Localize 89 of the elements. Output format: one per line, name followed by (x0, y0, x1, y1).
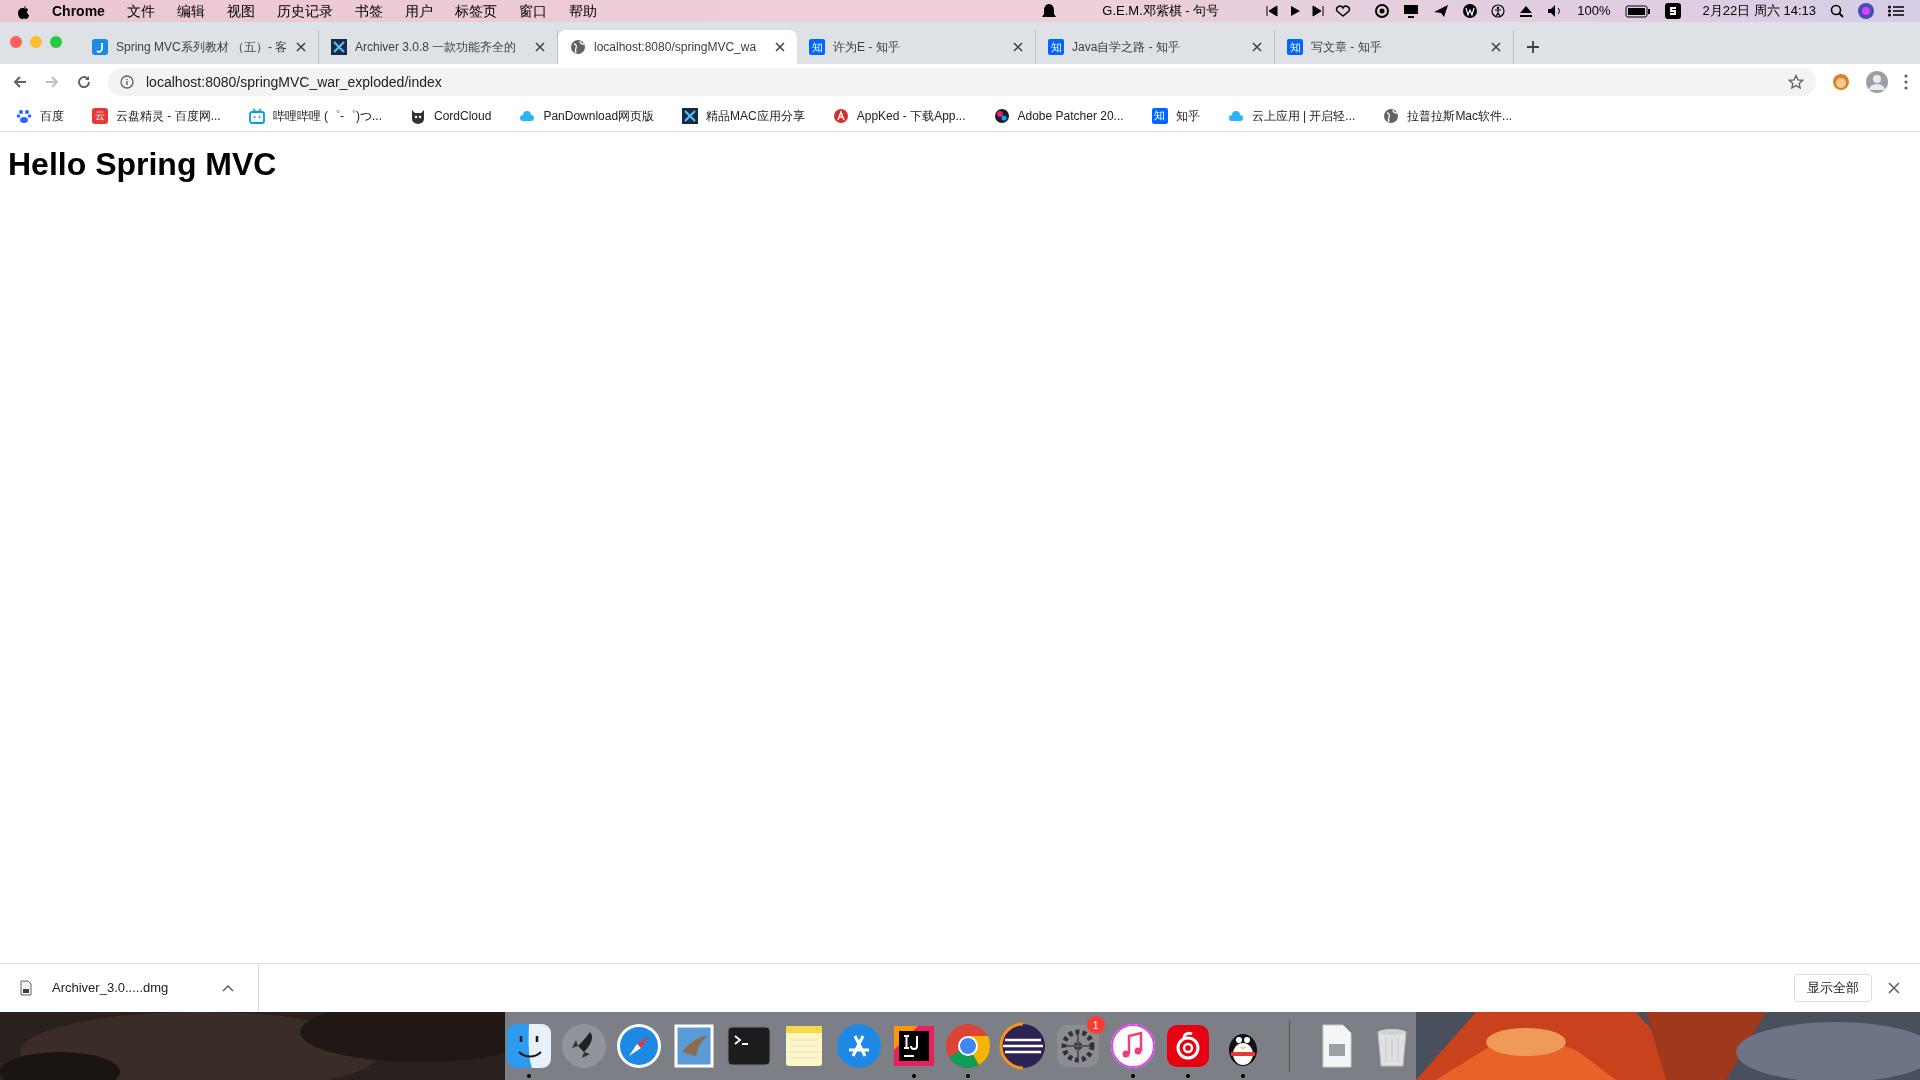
menu-icon[interactable] (1904, 74, 1908, 90)
close-icon[interactable] (1491, 42, 1501, 52)
menu-item[interactable]: 视图 (226, 0, 255, 22)
a-circle-icon (832, 107, 849, 124)
notification-badge: 1 (1086, 1016, 1105, 1034)
compass-icon[interactable] (615, 1022, 664, 1070)
ball-icon (993, 107, 1010, 124)
battery-text[interactable]: 100% (1577, 1, 1611, 21)
x-logo-icon (682, 107, 699, 124)
bookmark[interactable]: 精品MAC应用分享 (678, 102, 809, 129)
bookmark[interactable]: CordCloud (406, 102, 496, 129)
cloud-app-logo-icon: 云 (92, 107, 108, 124)
info-icon[interactable] (120, 75, 134, 89)
star-icon[interactable] (1788, 74, 1804, 90)
spiral-icon[interactable] (1375, 4, 1390, 18)
tab-title: Archiver 3.0.8 一款功能齐全的 (355, 39, 518, 56)
page-heading: Hello Spring MVC (8, 145, 278, 184)
x-logo-icon (331, 39, 347, 55)
tab-title: Spring MVC系列教材 （五）- 客 (116, 39, 288, 56)
tab-title: 许为E - 知乎 (833, 39, 901, 56)
bookmark[interactable]: 云上应用 | 开启轻... (1223, 102, 1360, 129)
display-icon[interactable] (1403, 4, 1420, 18)
siri-icon[interactable] (1858, 3, 1874, 19)
new-tab-icon[interactable] (1526, 40, 1540, 54)
j-logo-icon (92, 39, 108, 55)
close-icon[interactable] (1888, 982, 1900, 994)
bookmark[interactable]: AppKed - 下载App... (828, 102, 970, 129)
eject-icon[interactable] (1519, 5, 1534, 17)
bookmark[interactable]: 云 云盘精灵 - 百度网... (88, 102, 225, 129)
url-text: localhost:8080/springMVC_war_exploded/index (146, 72, 443, 92)
menu-item[interactable]: 历史记录 (276, 0, 333, 22)
menu-item[interactable]: 书签 (354, 0, 383, 22)
bookmark[interactable]: 哔哩哔哩 (゜-゜)つ... (244, 102, 386, 129)
close-icon[interactable] (296, 42, 306, 52)
bookmark[interactable]: Adobe Patcher 20... (989, 102, 1128, 129)
globe-icon (570, 39, 586, 55)
w-circle-icon[interactable] (1463, 4, 1478, 18)
search-icon[interactable] (1830, 4, 1844, 18)
bookmark[interactable]: 拉普拉斯Mac软件... (1379, 102, 1517, 129)
bell-icon[interactable] (1042, 3, 1057, 19)
apple-icon[interactable] (16, 3, 30, 19)
bookmark[interactable]: 知 知乎 (1147, 102, 1204, 129)
zhihu-logo-icon: 知 (1151, 107, 1168, 124)
menu-item[interactable]: 窗口 (518, 0, 547, 22)
avatar-icon[interactable] (1866, 71, 1888, 93)
finder-face-icon[interactable] (505, 1022, 554, 1070)
bookmark[interactable]: 百度 (12, 102, 68, 129)
battery-icon[interactable] (1624, 4, 1651, 18)
accessibility-icon[interactable] (1491, 4, 1506, 18)
show-all-button[interactable]: 显示全部 (1794, 974, 1872, 1002)
striped-sphere-icon[interactable] (999, 1022, 1048, 1070)
address-bar[interactable]: localhost:8080/springMVC_war_exploded/index (108, 68, 1816, 96)
menu-item[interactable]: 文件 (126, 0, 155, 22)
close-icon[interactable] (775, 42, 785, 52)
paw-icon (16, 107, 32, 124)
paper-plane-icon[interactable] (1433, 4, 1450, 18)
reload-icon[interactable] (76, 74, 92, 90)
tab-title: 写文章 - 知乎 (1311, 39, 1383, 56)
tv-icon (248, 107, 265, 124)
download-filename[interactable]: Archiver_3.0.....dmg (52, 978, 202, 998)
chrome-icon[interactable] (944, 1022, 993, 1070)
caret-icon[interactable] (222, 984, 234, 992)
monkey-extension-icon[interactable] (1832, 73, 1850, 91)
menu-item[interactable]: 帮助 (568, 0, 597, 22)
tab-title: localhost:8080/springMVC_wa (594, 39, 758, 56)
bookmark[interactable]: PanDownload网页版 (515, 102, 659, 129)
close-icon[interactable] (1013, 42, 1023, 52)
menu-item[interactable]: 用户 (404, 0, 433, 22)
cat-icon (410, 107, 426, 124)
menu-item[interactable]: 编辑 (176, 0, 205, 22)
s-app-icon[interactable] (1664, 3, 1681, 19)
close-icon[interactable] (1252, 42, 1262, 52)
back-icon[interactable] (12, 74, 28, 90)
clock-text[interactable]: 2月22日 周六 14:13 (1702, 1, 1816, 21)
close-icon[interactable] (535, 42, 545, 52)
now-playing-text[interactable]: G.E.M.邓紫棋 - 句号 (1102, 1, 1220, 21)
app-menu[interactable]: Chrome (52, 0, 105, 22)
zhihu-logo-icon: 知 (1048, 39, 1064, 55)
globe-icon (1383, 107, 1400, 124)
zhihu-logo-icon: 知 (1287, 39, 1303, 55)
tab-title: Java自学之路 - 知乎 (1072, 39, 1181, 56)
rocket-icon[interactable] (560, 1022, 609, 1070)
menu-item[interactable]: 标签页 (454, 0, 497, 22)
list-icon[interactable] (1888, 5, 1904, 17)
file-icon (20, 980, 32, 996)
music-note-icon[interactable] (1109, 1022, 1158, 1070)
zhihu-logo-icon: 知 (809, 39, 825, 55)
tab[interactable]: localhost:8080/springMVC_wa (558, 30, 797, 64)
a-letter-shape-icon[interactable] (834, 1022, 883, 1070)
